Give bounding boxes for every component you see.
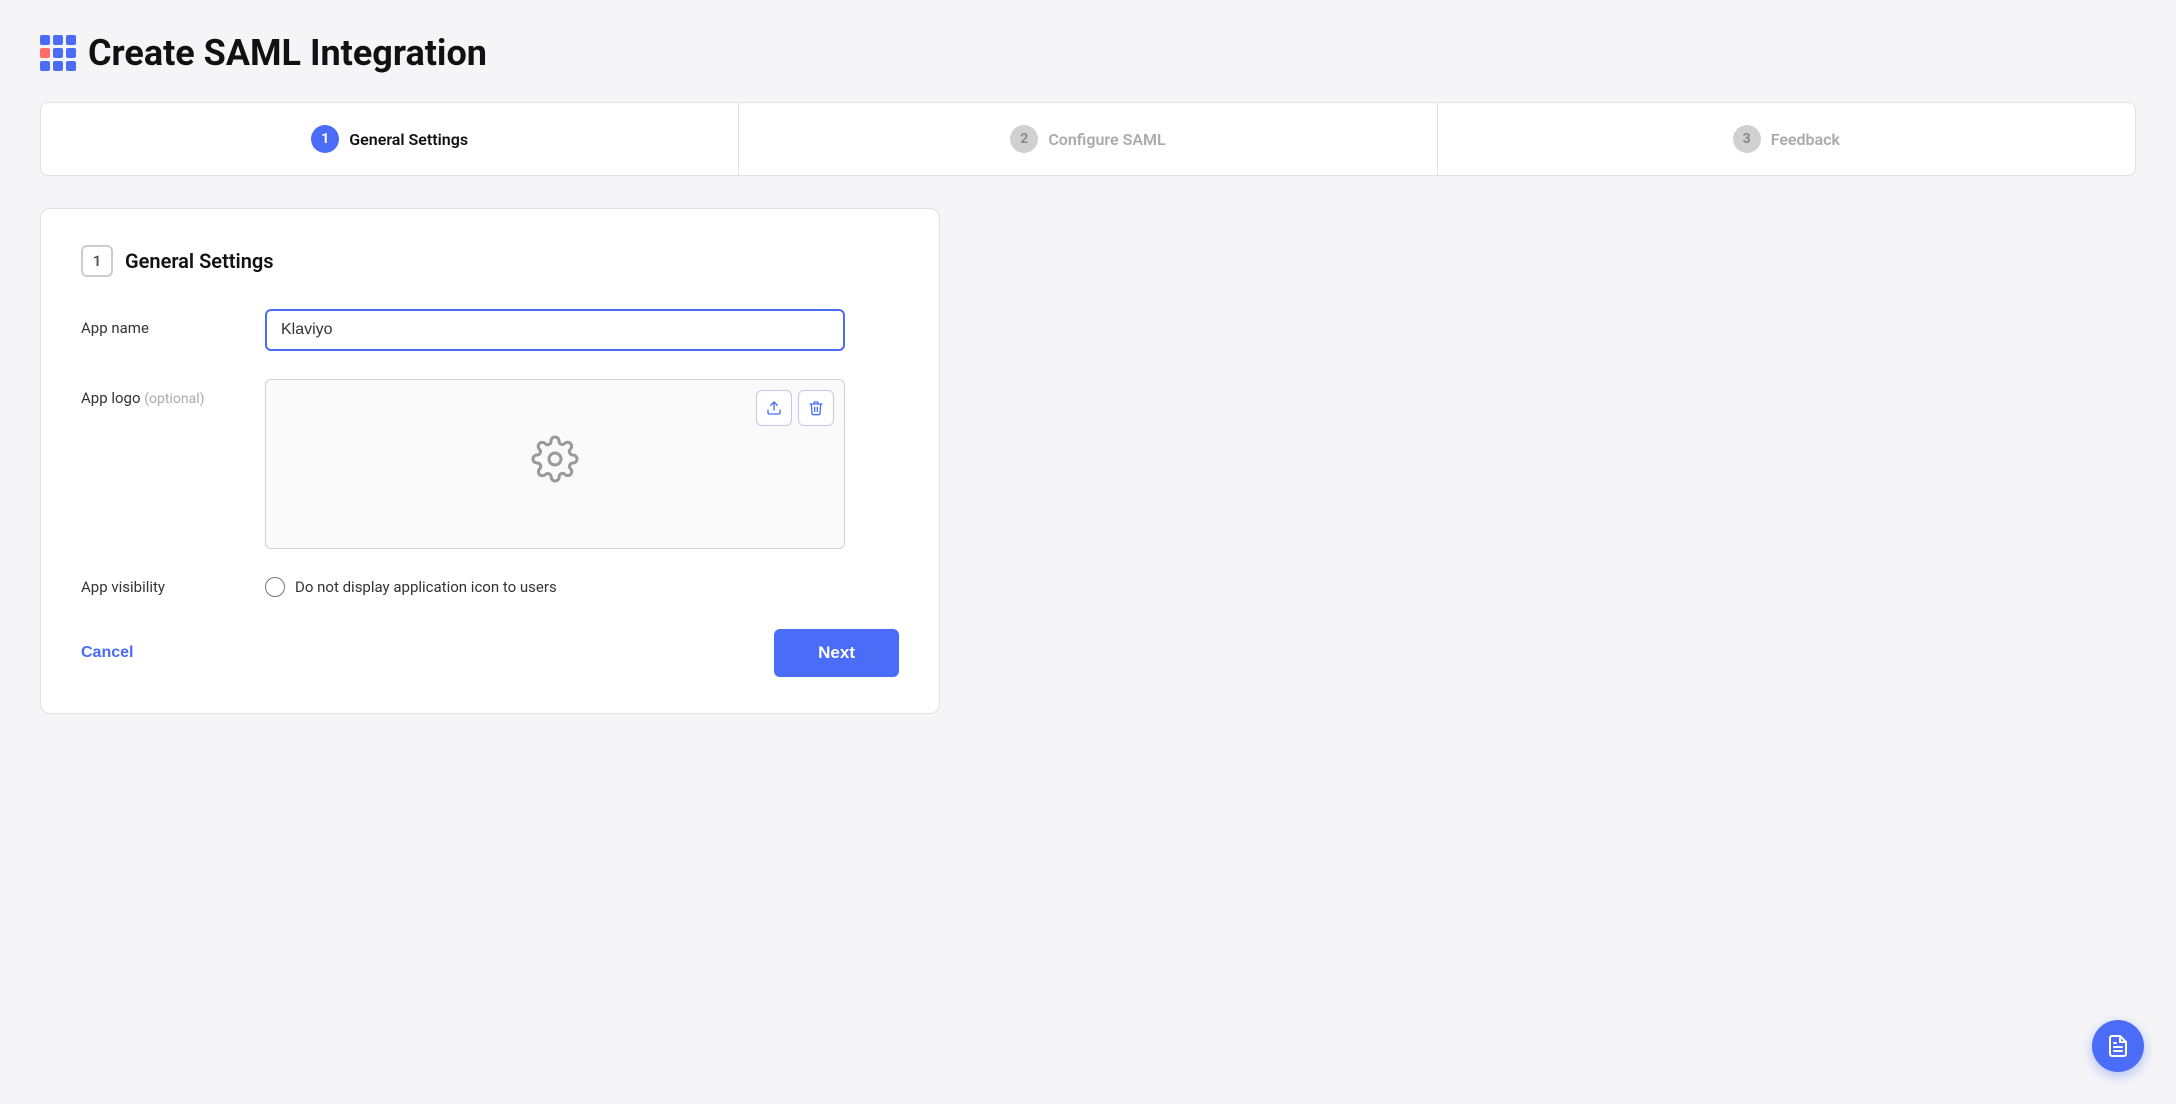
page-title: Create SAML Integration <box>88 32 487 74</box>
logo-placeholder-icon <box>531 435 579 494</box>
page-title-area: Create SAML Integration <box>40 32 2136 74</box>
logo-action-buttons <box>756 390 834 426</box>
app-logo-row: App logo (optional) <box>81 379 899 549</box>
app-visibility-label: App visibility <box>81 578 241 596</box>
step-2-label: Configure SAML <box>1048 130 1165 149</box>
step-general-settings[interactable]: 1 General Settings <box>41 103 739 175</box>
step-feedback[interactable]: 3 Feedback <box>1438 103 2135 175</box>
app-grid-icon <box>40 35 76 71</box>
app-name-label: App name <box>81 309 241 337</box>
app-logo-label: App logo (optional) <box>81 379 241 407</box>
delete-logo-button[interactable] <box>798 390 834 426</box>
logo-upload-area[interactable] <box>265 379 845 549</box>
section-number-badge: 1 <box>81 245 113 277</box>
app-visibility-row: App visibility Do not display applicatio… <box>81 577 899 597</box>
upload-logo-button[interactable] <box>756 390 792 426</box>
next-button[interactable]: Next <box>774 629 899 677</box>
visibility-radio[interactable] <box>265 577 285 597</box>
step-configure-saml[interactable]: 2 Configure SAML <box>739 103 1437 175</box>
cancel-button[interactable]: Cancel <box>81 640 133 666</box>
section-header: 1 General Settings <box>81 245 899 277</box>
step-3-label: Feedback <box>1771 130 1840 149</box>
app-visibility-option[interactable]: Do not display application icon to users <box>265 577 557 597</box>
form-actions: Cancel Next <box>81 629 899 677</box>
visibility-option-text: Do not display application icon to users <box>295 578 557 596</box>
app-logo-optional: (optional) <box>144 391 204 407</box>
stepper: 1 General Settings 2 Configure SAML 3 Fe… <box>40 102 2136 176</box>
main-card: 1 General Settings App name App logo (op… <box>40 208 940 714</box>
step-3-number: 3 <box>1733 125 1761 153</box>
section-title: General Settings <box>125 249 274 273</box>
step-1-number: 1 <box>311 125 339 153</box>
step-2-number: 2 <box>1010 125 1038 153</box>
app-name-input[interactable] <box>265 309 845 351</box>
floating-help-button[interactable] <box>2092 1020 2144 1072</box>
app-name-row: App name <box>81 309 899 351</box>
step-1-label: General Settings <box>349 130 468 149</box>
